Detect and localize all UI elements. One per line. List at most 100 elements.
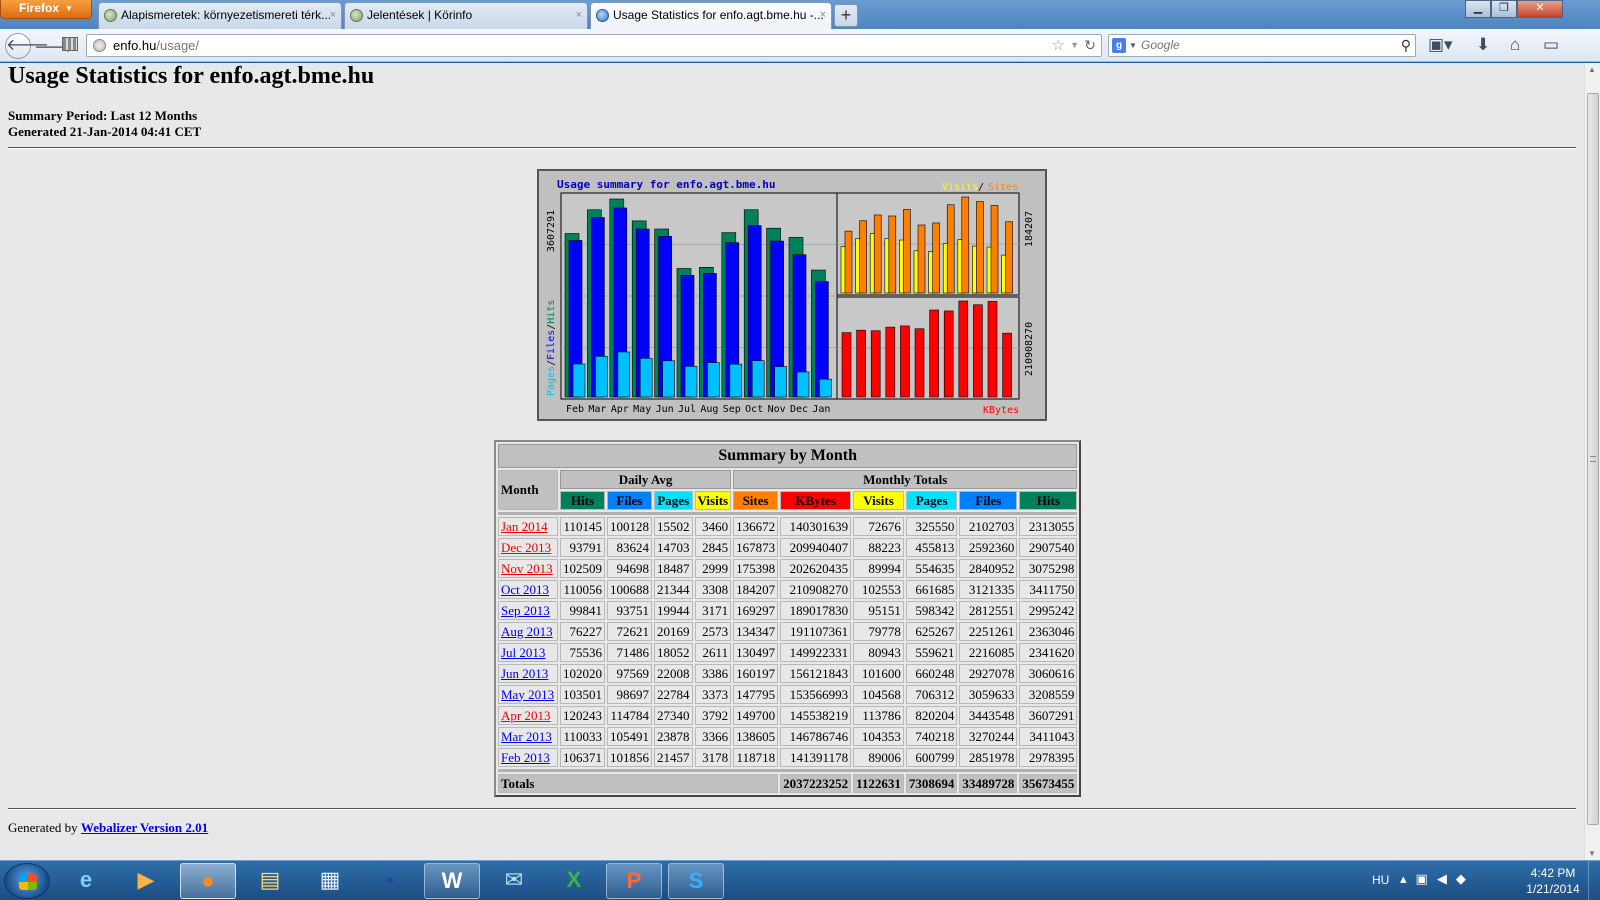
webalizer-link[interactable]: Webalizer Version 2.01	[81, 820, 208, 835]
window-close-button[interactable]: ✕	[1517, 0, 1563, 18]
bookmark-star-icon[interactable]: ☆	[1052, 35, 1065, 56]
month-cell: Dec 2013	[498, 538, 558, 557]
kbytes-bar	[870, 330, 881, 398]
table-row: Aug 2013 76227 72621 20169 2573 134347 1911073…	[498, 622, 1078, 641]
search-icon[interactable]: ⚲	[1401, 35, 1411, 56]
d-visits-cell: 3373	[694, 685, 732, 704]
month-link[interactable]: Feb 2013	[501, 750, 550, 765]
chevron-down-icon[interactable]: ▼	[1129, 35, 1137, 56]
d-visits-cell: 3178	[694, 748, 732, 767]
panorama-icon[interactable]: ▭	[1543, 35, 1559, 55]
month-link[interactable]: Apr 2013	[501, 708, 550, 723]
window-titlebar: Firefox ▼ Alapismeretek: környezetismeret…	[0, 0, 1600, 30]
sites-bar	[903, 209, 911, 294]
skype-icon[interactable]: S	[668, 863, 724, 899]
pages-cell: 325550	[905, 517, 958, 536]
vertical-scrollbar[interactable]: ▲ ▼	[1584, 63, 1600, 860]
downloads-icon[interactable]: ⬇	[1476, 35, 1490, 55]
hits-cell: 2313055	[1019, 517, 1078, 536]
d-pages-cell: 14703	[654, 538, 693, 557]
tray-icons[interactable]: ▴▣◀◆	[1400, 871, 1475, 887]
close-icon[interactable]: ×	[820, 3, 826, 28]
start-button[interactable]	[4, 863, 50, 899]
month-link[interactable]: Oct 2013	[501, 582, 549, 597]
scroll-thumb[interactable]	[1587, 93, 1599, 825]
month-cell: Jun 2013	[498, 664, 558, 683]
pages-bar	[572, 363, 586, 398]
show-hidden-icon[interactable]: ▴	[1400, 871, 1416, 886]
month-link[interactable]: Mar 2013	[501, 729, 552, 744]
history-dropdown-icon[interactable]: ▼	[1070, 35, 1079, 56]
legend-sites: Sites	[988, 182, 1018, 193]
windows-logo-icon	[19, 874, 37, 890]
scroll-down-icon[interactable]: ▼	[1588, 849, 1596, 858]
files-cell: 2251261	[959, 622, 1018, 641]
d-visits-cell: 3308	[694, 580, 732, 599]
floppy-save-icon[interactable]: ▪	[362, 863, 418, 899]
explorer-icon[interactable]: ▤	[242, 863, 298, 899]
media-player-icon[interactable]: ▶	[118, 863, 174, 899]
volume-icon[interactable]: ◀	[1437, 871, 1456, 886]
summary-by-month-table: Summary by Month Month Daily Avg Monthly…	[494, 440, 1082, 797]
pages-bar	[595, 356, 608, 398]
tab-usage-statistics[interactable]: Usage Statistics for enfo.agt.bme.hu -..…	[590, 2, 832, 30]
back-button[interactable]: 🡐	[5, 33, 49, 59]
usage-graph-svg: Usage summary for enfo.agt.bme.hu Visits /…	[539, 171, 1045, 419]
d-hits-cell: 76227	[560, 622, 605, 641]
thunderbird-icon[interactable]: ✉	[486, 863, 542, 899]
visits-cell: 72676	[853, 517, 904, 536]
sites-bar	[1005, 221, 1013, 294]
maximize-button[interactable]: ❐	[1491, 0, 1517, 18]
d-pages-cell: 20169	[654, 622, 693, 641]
firefox-menu-button[interactable]: Firefox ▼	[0, 0, 92, 19]
network-icon[interactable]: ▣	[1416, 871, 1437, 886]
show-desktop-button[interactable]	[1588, 861, 1600, 900]
month-link[interactable]: Jul 2013	[501, 645, 545, 660]
word-icon[interactable]: W	[424, 863, 480, 899]
close-icon[interactable]: ×	[576, 3, 582, 28]
month-link[interactable]: Jan 2014	[501, 519, 548, 534]
hits-cell: 2363046	[1019, 622, 1078, 641]
control-panel-icon[interactable]: ▦	[302, 863, 358, 899]
d-pages-cell: 21344	[654, 580, 693, 599]
dropbox-icon[interactable]: ◆	[1456, 871, 1475, 886]
url-bar[interactable]: enfo.hu/usage/ ☆ ▼ ↻	[86, 34, 1102, 57]
kbytes-cell: 210908270	[780, 580, 852, 599]
bookmarks-menu-icon[interactable]: ▣▾	[1428, 35, 1453, 55]
excel-icon[interactable]: X	[546, 863, 602, 899]
files-cell: 3059633	[959, 685, 1018, 704]
language-indicator[interactable]: HU	[1372, 873, 1389, 887]
files-cell: 3121335	[959, 580, 1018, 599]
search-bar[interactable]: g ▼ Google ⚲	[1108, 34, 1416, 57]
tab-jelentesek[interactable]: Jelentések | Körinfo ×	[344, 2, 588, 29]
d-hits-cell: 120243	[560, 706, 605, 725]
month-link[interactable]: May 2013	[501, 687, 554, 702]
month-link[interactable]: Sep 2013	[501, 603, 550, 618]
month-link[interactable]: Jun 2013	[501, 666, 548, 681]
month-link[interactable]: Dec 2013	[501, 540, 551, 555]
tab-title: Alapismeretek: környezetismereti térk...	[121, 8, 332, 22]
powerpoint-icon[interactable]: P	[606, 863, 662, 899]
scroll-up-icon[interactable]: ▲	[1588, 65, 1596, 74]
reload-icon[interactable]: ↻	[1084, 35, 1096, 56]
internet-explorer-icon[interactable]: e	[58, 863, 114, 899]
home-icon[interactable]: ⌂	[1510, 35, 1520, 55]
d-visits-cell: 2573	[694, 622, 732, 641]
new-tab-button[interactable]: +	[834, 4, 858, 27]
table-row: Oct 2013 110056 100688 21344 3308 184207 21090…	[498, 580, 1078, 599]
minimize-button[interactable]: ▁	[1465, 0, 1491, 18]
monthly-hits-header: Hits	[1019, 491, 1078, 510]
d-hits-cell: 106371	[560, 748, 605, 767]
d-pages-cell: 19944	[654, 601, 693, 620]
table-row: Feb 2013 106371 101856 21457 3178 118718 14139…	[498, 748, 1078, 767]
close-icon[interactable]: ×	[330, 3, 336, 28]
tab-groups-icon[interactable]	[62, 37, 78, 51]
legend-visits: Visits	[942, 182, 978, 193]
firefox-icon[interactable]: ●	[180, 863, 236, 899]
visits-cell: 95151	[853, 601, 904, 620]
tab-alapismeretek[interactable]: Alapismeretek: környezetismereti térk...…	[98, 2, 342, 29]
month-link[interactable]: Nov 2013	[501, 561, 553, 576]
month-link[interactable]: Aug 2013	[501, 624, 553, 639]
google-icon[interactable]: g	[1112, 38, 1126, 53]
clock[interactable]: 4:42 PM 1/21/2014	[1518, 865, 1588, 897]
